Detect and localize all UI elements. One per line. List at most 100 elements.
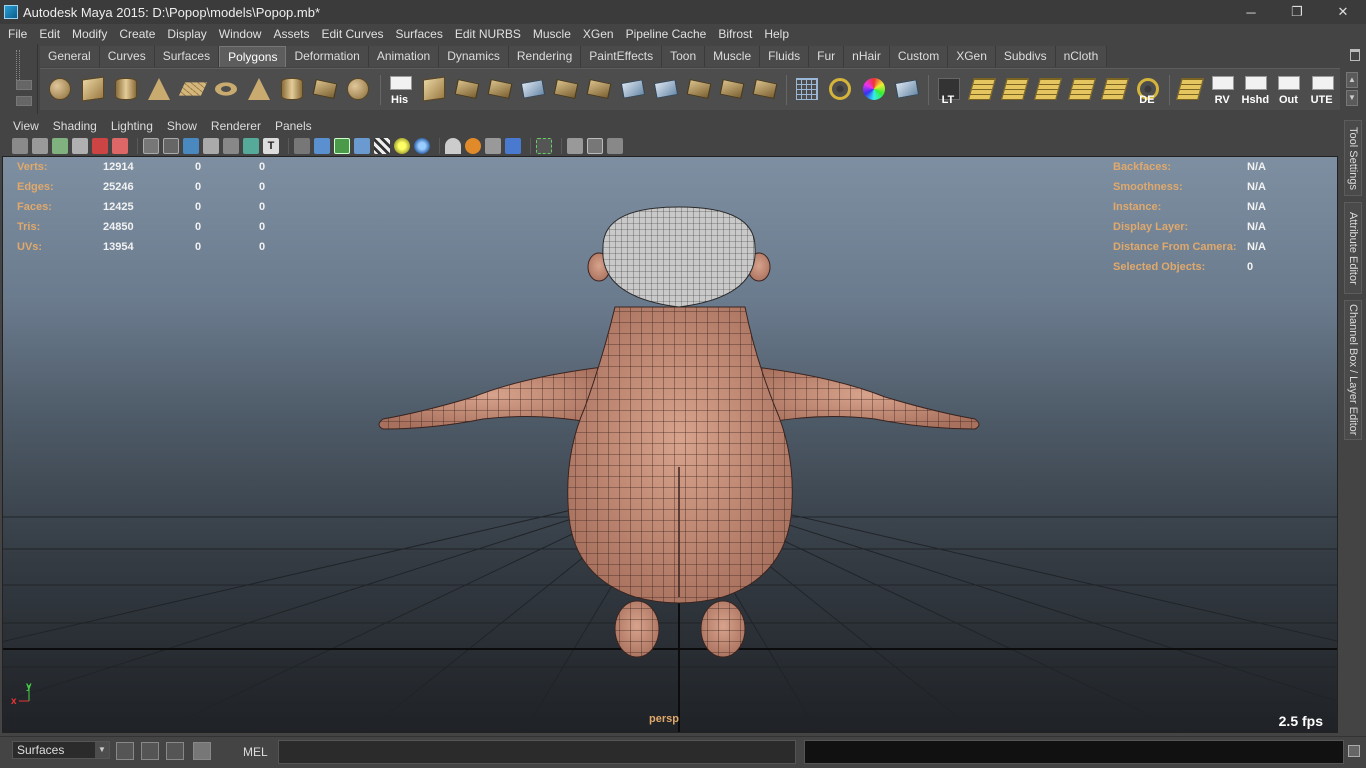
xray-icon[interactable] [567, 138, 583, 154]
sculpt-geometry-icon[interactable] [716, 74, 746, 106]
safe-title-icon[interactable]: T [263, 138, 279, 154]
tab-painteffects[interactable]: PaintEffects [581, 46, 663, 67]
shelf-grip-handle[interactable] [16, 50, 20, 80]
poly-soccerball-icon[interactable] [342, 74, 372, 106]
trash-icon[interactable] [1350, 49, 1360, 61]
tab-polygons[interactable]: Polygons [219, 46, 287, 67]
tab-subdivs[interactable]: Subdivs [995, 46, 1056, 67]
gate-mask-icon[interactable] [203, 138, 219, 154]
tab-curves[interactable]: Curves [99, 46, 155, 67]
lattice-icon[interactable]: LT [933, 74, 963, 106]
separate-icon[interactable] [451, 74, 481, 106]
paint-tool-icon[interactable] [749, 74, 779, 106]
uv-snapshot-icon[interactable] [1174, 74, 1204, 106]
fit-view-icon[interactable] [116, 742, 134, 760]
anti-aliasing-icon[interactable] [485, 138, 501, 154]
append-polygon-icon[interactable] [583, 74, 613, 106]
grease-pencil-icon[interactable] [112, 138, 128, 154]
uv-select-icon[interactable] [1066, 74, 1096, 106]
hypergraph-icon[interactable] [166, 742, 184, 760]
wireframe-cube-icon[interactable] [791, 74, 821, 106]
menu-display[interactable]: Display [161, 24, 212, 44]
perspective-viewport[interactable]: Verts: 12914 0 0 Edges: 25246 0 0 Faces: 12425 0 0 T… [2, 156, 1338, 733]
screen-space-ao-icon[interactable] [445, 138, 461, 154]
uv-cut-icon[interactable] [999, 74, 1030, 106]
panel-menu-show[interactable]: Show [160, 119, 204, 133]
tab-general[interactable]: General [40, 46, 100, 67]
use-all-lights-icon[interactable] [394, 138, 410, 154]
menu-edit-nurbs[interactable]: Edit NURBS [449, 24, 527, 44]
render-view-icon[interactable]: RV [1207, 74, 1237, 106]
menu-assets[interactable]: Assets [267, 24, 315, 44]
poly-sphere-icon[interactable] [44, 74, 74, 106]
tab-dynamics[interactable]: Dynamics [439, 46, 509, 67]
image-plane-icon[interactable] [72, 138, 88, 154]
shelf-scroll-down-icon[interactable]: ▼ [1346, 90, 1358, 106]
shelf-scroll-up-icon[interactable]: ▲ [1346, 72, 1358, 88]
wireframe-on-shaded-icon[interactable] [334, 138, 350, 154]
menu-surfaces[interactable]: Surfaces [390, 24, 449, 44]
command-language-label[interactable]: MEL [243, 745, 268, 759]
menu-create[interactable]: Create [113, 24, 161, 44]
smooth-shade-icon[interactable] [314, 138, 330, 154]
depth-of-field-icon[interactable] [505, 138, 521, 154]
script-editor-icon[interactable] [141, 742, 159, 760]
extract-icon[interactable] [484, 74, 514, 106]
bridge-icon[interactable] [550, 74, 580, 106]
poly-cylinder-icon[interactable] [110, 74, 140, 106]
combine-icon[interactable] [418, 74, 448, 106]
split-polygon-icon[interactable] [617, 74, 647, 106]
panel-menu-shading[interactable]: Shading [46, 119, 104, 133]
menu-modify[interactable]: Modify [66, 24, 113, 44]
hypershade-icon[interactable]: Hshd [1240, 74, 1270, 106]
menu-edit[interactable]: Edit [33, 24, 66, 44]
checker-icon[interactable] [374, 138, 390, 154]
close-button[interactable]: ✕ [1320, 0, 1366, 24]
menu-edit-curves[interactable]: Edit Curves [315, 24, 389, 44]
tab-nhair[interactable]: nHair [844, 46, 890, 67]
tab-fur[interactable]: Fur [809, 46, 845, 67]
shelf-editor-button[interactable] [16, 96, 32, 106]
menu-muscle[interactable]: Muscle [527, 24, 577, 44]
textured-icon[interactable] [354, 138, 370, 154]
xray-joints-icon[interactable] [607, 138, 623, 154]
menu-set-dropdown[interactable]: Surfaces ▼ [12, 741, 110, 759]
mel-command-input[interactable] [278, 740, 796, 764]
tab-animation[interactable]: Animation [368, 46, 440, 67]
tab-surfaces[interactable]: Surfaces [154, 46, 220, 67]
camera-attributes-icon[interactable] [32, 138, 48, 154]
minimize-button[interactable]: ─ [1228, 0, 1274, 24]
select-camera-icon[interactable] [12, 138, 28, 154]
menu-help[interactable]: Help [758, 24, 795, 44]
poly-plane-icon[interactable] [177, 74, 207, 106]
panel-menu-panels[interactable]: Panels [268, 119, 319, 133]
panel-menu-view[interactable]: View [6, 119, 46, 133]
shelf-scroll[interactable]: ▲ ▼ [1346, 72, 1358, 106]
resolution-gate-icon[interactable] [183, 138, 199, 154]
menu-window[interactable]: Window [213, 24, 268, 44]
tab-custom[interactable]: Custom [889, 46, 949, 67]
smooth-icon[interactable] [517, 74, 547, 106]
motion-blur-icon[interactable] [465, 138, 481, 154]
tab-ncloth[interactable]: nCloth [1055, 46, 1108, 67]
tab-xgen[interactable]: XGen [948, 46, 996, 67]
panel-menu-lighting[interactable]: Lighting [104, 119, 160, 133]
script-editor-open-icon[interactable] [1348, 745, 1360, 757]
menu-bifrost[interactable]: Bifrost [712, 24, 758, 44]
poly-pyramid-icon[interactable] [243, 74, 273, 106]
tab-rendering[interactable]: Rendering [508, 46, 582, 67]
film-gate-icon[interactable] [163, 138, 179, 154]
cut-faces-icon[interactable] [683, 74, 713, 106]
field-chart-icon[interactable] [223, 138, 239, 154]
color-wheel-icon[interactable] [858, 74, 888, 106]
safe-action-icon[interactable] [243, 138, 259, 154]
poly-cone-icon[interactable] [143, 74, 173, 106]
two-d-pan-zoom-icon[interactable] [92, 138, 108, 154]
uv-editor-icon[interactable] [891, 74, 921, 106]
history-icon[interactable]: His [385, 74, 415, 106]
light-icon[interactable]: DE [1132, 74, 1162, 106]
panel-menu-renderer[interactable]: Renderer [204, 119, 268, 133]
tab-muscle[interactable]: Muscle [705, 46, 761, 67]
xray-active-components-icon[interactable] [587, 138, 603, 154]
poly-torus-icon[interactable] [210, 74, 240, 106]
